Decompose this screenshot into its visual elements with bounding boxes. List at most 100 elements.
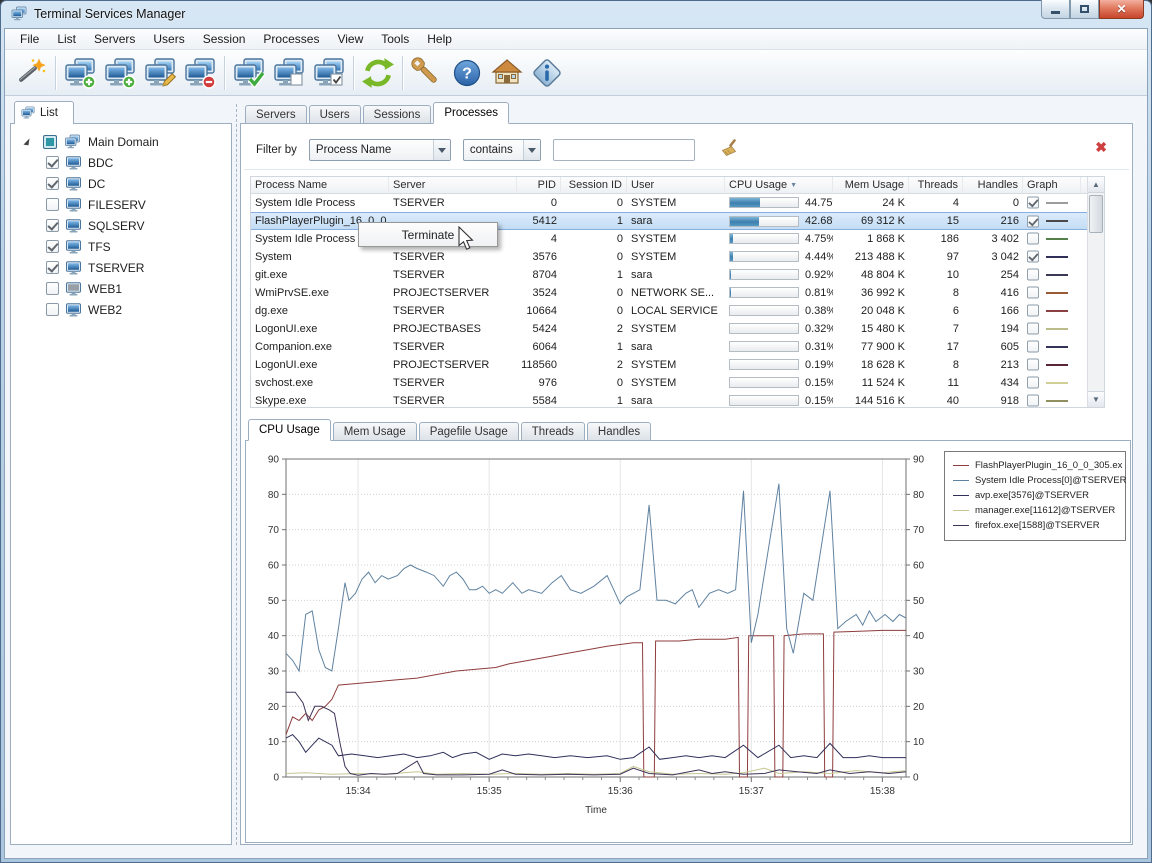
chart-tab-mem-usage[interactable]: Mem Usage <box>332 422 417 441</box>
menu-tools[interactable]: Tools <box>372 30 418 48</box>
help-button[interactable]: ? <box>447 53 487 93</box>
filter-operator-dropdown[interactable]: contains <box>462 139 541 161</box>
menu-view[interactable]: View <box>328 30 372 48</box>
table-row[interactable]: git.exe TSERVER 8704 1 sara 0.92% 48 804 K 10 25… <box>251 266 1104 284</box>
tree-item-dc[interactable]: DC <box>16 173 224 194</box>
tree-expander-icon[interactable] <box>23 137 30 146</box>
server-checkbox[interactable] <box>46 177 59 190</box>
options-button[interactable] <box>407 53 447 93</box>
tab-servers[interactable]: Servers <box>245 105 307 124</box>
tree-item-tserver[interactable]: TSERVER <box>16 257 224 278</box>
uncheck-all-servers-button[interactable] <box>269 53 309 93</box>
menu-list[interactable]: List <box>48 30 85 48</box>
graph-checkbox[interactable] <box>1027 394 1039 407</box>
scroll-up-icon[interactable]: ▲ <box>1088 177 1104 193</box>
add-server-group-button[interactable] <box>100 53 140 93</box>
table-row[interactable]: dg.exe TSERVER 10664 0 LOCAL SERVICE 0.38% 20 … <box>251 302 1104 320</box>
check-all-servers-button[interactable] <box>229 53 269 93</box>
tree-item-web1[interactable]: WEB1 <box>16 278 224 299</box>
graph-checkbox[interactable] <box>1027 340 1039 353</box>
column-header-threads[interactable]: Threads <box>909 177 963 193</box>
table-row[interactable]: LogonUI.exe PROJECTSERVER 118560 2 SYSTEM 0.1… <box>251 356 1104 374</box>
graph-checkbox[interactable] <box>1027 286 1039 299</box>
server-checkbox[interactable] <box>46 240 59 253</box>
invert-server-selection-button[interactable] <box>309 53 349 93</box>
menu-help[interactable]: Help <box>418 30 461 48</box>
wizard-button[interactable] <box>11 53 51 93</box>
table-row[interactable]: System TSERVER 3576 0 SYSTEM 4.44% 213 488 K 97… <box>251 248 1104 266</box>
graph-checkbox[interactable] <box>1027 196 1039 209</box>
graph-checkbox[interactable] <box>1027 304 1039 317</box>
column-header-process-name[interactable]: Process Name <box>251 177 389 193</box>
graph-checkbox[interactable] <box>1027 376 1039 389</box>
tab-sessions[interactable]: Sessions <box>362 105 432 124</box>
tree-item-bdc[interactable]: BDC <box>16 152 224 173</box>
table-row[interactable]: LogonUI.exe PROJECTBASES 5424 2 SYSTEM 0.32% 1… <box>251 320 1104 338</box>
tab-users[interactable]: Users <box>308 105 361 124</box>
panel-splitter[interactable] <box>236 104 237 845</box>
cell-server: TSERVER <box>393 394 445 407</box>
tree-item-fileserv[interactable]: FILESERV <box>16 194 224 215</box>
table-row[interactable]: WmiPrvSE.exe PROJECTSERVER 3524 0 NETWORK SE… <box>251 284 1104 302</box>
menu-processes[interactable]: Processes <box>254 30 328 48</box>
table-row[interactable]: Companion.exe TSERVER 6064 1 sara 0.31% 77 900… <box>251 338 1104 356</box>
add-server-button[interactable] <box>60 53 100 93</box>
home-button[interactable] <box>487 53 527 93</box>
column-header-mem-usage[interactable]: Mem Usage <box>833 177 909 193</box>
server-checkbox[interactable] <box>46 282 59 295</box>
domain-checkbox[interactable] <box>43 134 57 149</box>
table-row[interactable]: Skype.exe TSERVER 5584 1 sara 0.15% 144 516 K 4… <box>251 392 1104 410</box>
column-header-pid[interactable]: PID <box>517 177 561 193</box>
table-row[interactable]: svchost.exe TSERVER 976 0 SYSTEM 0.15% 11 524 … <box>251 374 1104 392</box>
graph-checkbox[interactable] <box>1027 250 1039 263</box>
graph-checkbox[interactable] <box>1027 358 1039 371</box>
tree-item-tfs[interactable]: TFS <box>16 236 224 257</box>
menu-session[interactable]: Session <box>194 30 255 48</box>
graph-checkbox[interactable] <box>1027 215 1039 227</box>
tree-item-web2[interactable]: WEB2 <box>16 299 224 320</box>
context-menu-item-terminate[interactable]: Terminate <box>402 228 455 242</box>
tab-processes[interactable]: Processes <box>433 102 510 124</box>
server-checkbox[interactable] <box>46 219 59 232</box>
table-row[interactable]: System Idle Process TSERVER 0 0 SYSTEM 44.75%… <box>251 194 1104 212</box>
menu-users[interactable]: Users <box>144 30 193 48</box>
tree-item-sqlserv[interactable]: SQLSERV <box>16 215 224 236</box>
menu-file[interactable]: File <box>11 30 48 48</box>
edit-server-button[interactable] <box>140 53 180 93</box>
graph-checkbox[interactable] <box>1027 268 1039 281</box>
column-header-cpu-usage[interactable]: CPU Usage ▼ <box>725 177 833 193</box>
menu-servers[interactable]: Servers <box>85 30 144 48</box>
cell-cpu: 0.31% <box>725 338 833 355</box>
tree-item-main-domain[interactable]: Main Domain <box>16 131 224 152</box>
graph-checkbox[interactable] <box>1027 322 1039 335</box>
about-button[interactable] <box>527 53 567 93</box>
sidebar-tab-list[interactable]: List <box>14 101 74 124</box>
close-filter-button[interactable]: ✖ <box>1095 140 1107 154</box>
scroll-down-icon[interactable]: ▼ <box>1088 391 1104 407</box>
chart-tab-cpu-usage[interactable]: CPU Usage <box>248 419 331 441</box>
column-header-user[interactable]: User <box>627 177 725 193</box>
chart-tab-threads[interactable]: Threads <box>520 422 585 441</box>
refresh-button[interactable] <box>358 53 398 93</box>
column-header-session-id[interactable]: Session ID <box>561 177 627 193</box>
chart-tab-handles[interactable]: Handles <box>586 422 652 441</box>
column-header-server[interactable]: Server <box>389 177 517 193</box>
remove-server-button[interactable] <box>180 53 220 93</box>
clear-filter-button[interactable] <box>719 138 739 163</box>
minimize-button[interactable] <box>1041 0 1070 19</box>
server-checkbox[interactable] <box>46 303 59 316</box>
column-header-handles[interactable]: Handles <box>963 177 1023 193</box>
filter-search-input[interactable] <box>552 139 695 161</box>
close-button[interactable]: ✕ <box>1099 0 1144 19</box>
chart-tab-pagefile-usage[interactable]: Pagefile Usage <box>418 422 519 441</box>
scrollbar-thumb[interactable] <box>1089 195 1103 233</box>
graph-checkbox[interactable] <box>1027 232 1039 245</box>
maximize-button[interactable] <box>1070 0 1099 19</box>
table-scrollbar[interactable]: ▲ ▼ <box>1087 177 1104 407</box>
server-checkbox[interactable] <box>46 261 59 274</box>
filter-field-dropdown[interactable]: Process Name <box>308 139 451 161</box>
server-checkbox[interactable] <box>46 198 59 211</box>
server-checkbox[interactable] <box>46 156 59 169</box>
title-bar[interactable]: Terminal Services Manager <box>0 0 1152 28</box>
column-header-graph[interactable]: Graph <box>1023 177 1081 193</box>
